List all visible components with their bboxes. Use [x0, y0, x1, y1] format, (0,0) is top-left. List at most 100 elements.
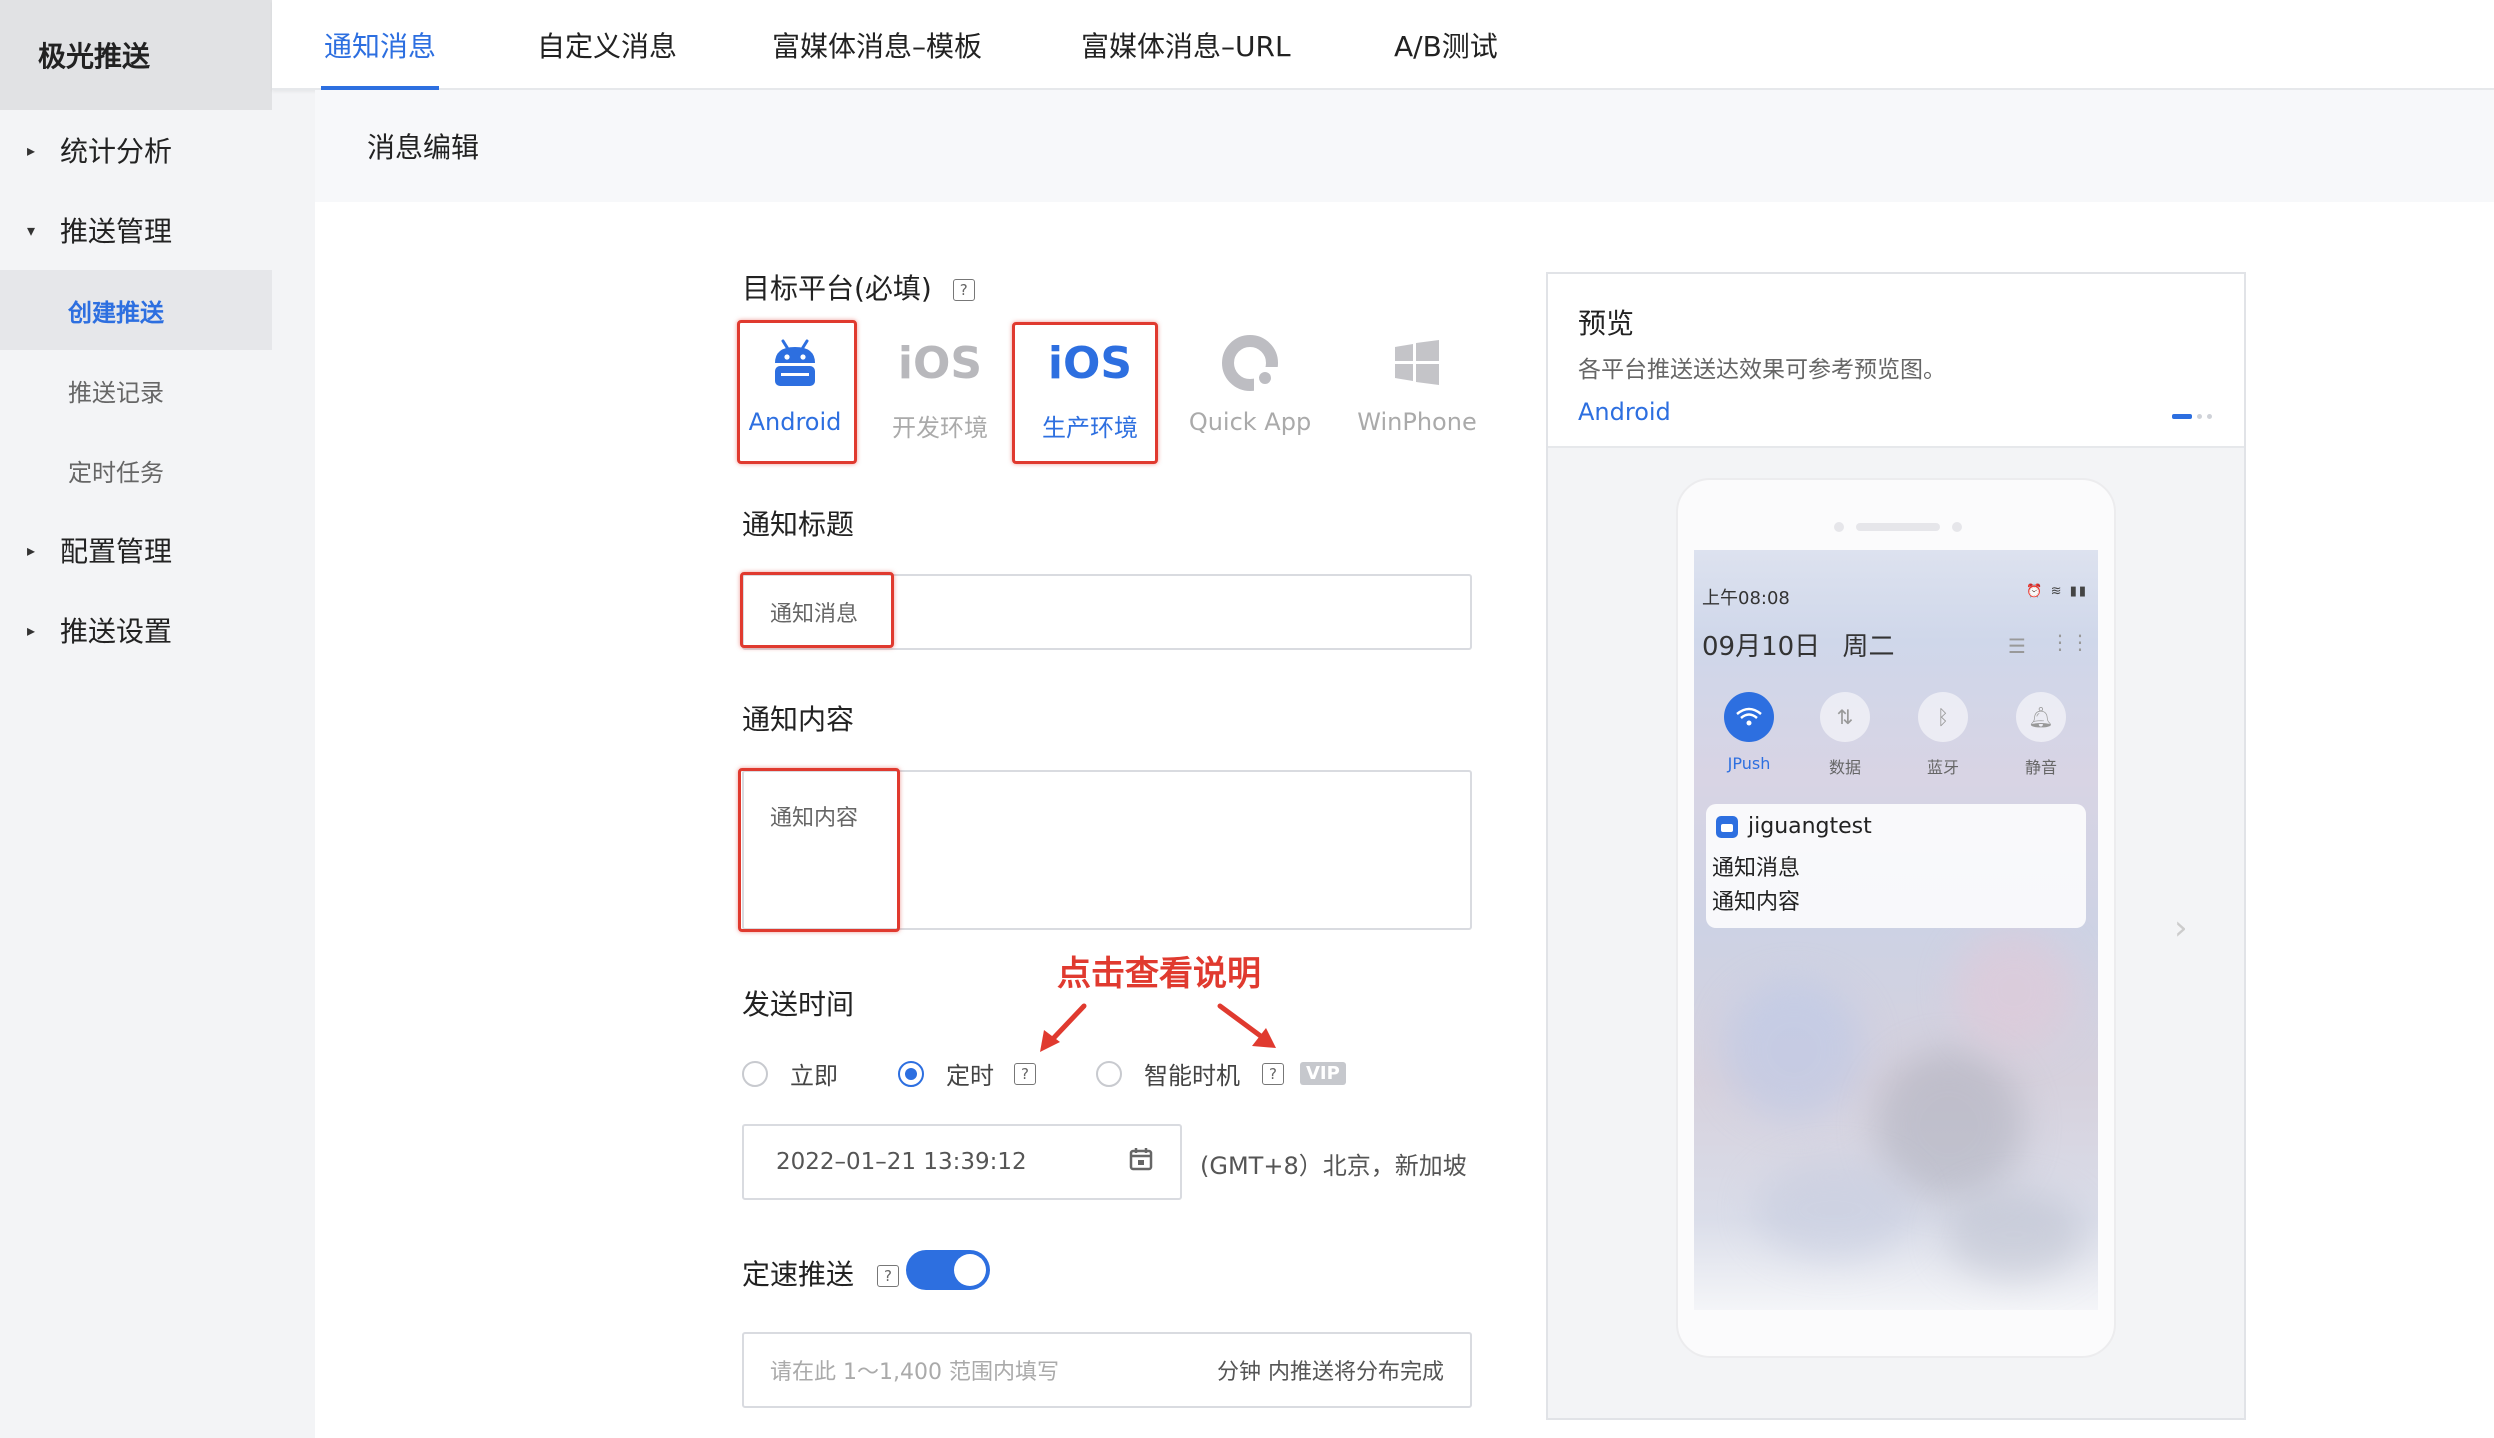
sidebar-group-push-manage[interactable]: ▾ 推送管理 [0, 190, 272, 270]
tile-label: 蓝牙 [1926, 758, 1959, 777]
preview-desc: 各平台推送送达效果可参考预览图。 [1578, 357, 1946, 383]
platform-name: 生产环境 [1042, 414, 1138, 442]
radio-label: 立即 [790, 1062, 838, 1090]
phone-speaker [1834, 522, 1962, 532]
notification-title-input[interactable]: 通知消息 [742, 574, 1472, 650]
platform-winphone[interactable]: WinPhone [1357, 322, 1477, 464]
radio-circle [742, 1060, 768, 1087]
platform-name: 开发环境 [892, 414, 988, 442]
preview-panel: 预览 各平台推送送达效果可参考预览图。 Android 上午08:08 ⏰ ≋ … [1546, 272, 2246, 1420]
sidebar-group-label: 配置管理 [60, 535, 173, 568]
sidebar-item-scheduled-tasks[interactable]: 定时任务 [0, 430, 272, 510]
app-root: 极光推送 ▸ 统计分析 ▾ 推送管理 创建推送 推送记录 定时任务 ▸ 配置管理… [0, 0, 2494, 1438]
sidebar-item-push-records[interactable]: 推送记录 [0, 350, 272, 430]
tile-label: JPush [1727, 754, 1771, 773]
radio-label: 定时 [946, 1062, 994, 1090]
sidebar-group-label: 统计分析 [60, 135, 173, 168]
phone-time: 上午08:08 [1702, 588, 1790, 609]
data-icon: ⇅ [1820, 692, 1870, 742]
quick-tile-jpush[interactable]: JPush [1714, 692, 1784, 773]
quick-tile-data[interactable]: ⇅ 数据 [1810, 692, 1880, 778]
notification-content-value: 通知内容 [770, 806, 859, 831]
radio-circle [898, 1060, 924, 1087]
quick-tile-bluetooth[interactable]: ᛒ 蓝牙 [1908, 692, 1978, 778]
tab-rich-media-template[interactable]: 富媒体消息–模板 [772, 0, 982, 90]
tile-label: 静音 [2024, 758, 2057, 777]
radio-smart-timing[interactable]: 智能时机 ? VIP [1096, 1056, 1346, 1091]
help-icon[interactable]: ? [952, 279, 975, 301]
rate-push-toggle[interactable] [906, 1250, 990, 1290]
preview-platform-tab[interactable]: Android [1578, 398, 1671, 426]
datetime-value: 2022–01–21 13:39:12 [776, 1149, 1027, 1175]
rate-placeholder: 请在此 1～1,400 范围内填写 [770, 1360, 1059, 1385]
bluetooth-icon: ᛒ [1918, 692, 1968, 742]
list-icon: ☰ [2008, 634, 2026, 658]
preview-title: 预览 [1578, 307, 1635, 340]
preview-header: 预览 各平台推送送达效果可参考预览图。 Android [1548, 274, 2244, 448]
content-label: 通知内容 [742, 703, 855, 736]
radio-circle [1096, 1060, 1122, 1087]
quick-tile-silent[interactable]: 🔔︎ 静音 [2006, 692, 2076, 778]
platform-name: Quick App [1188, 408, 1312, 436]
help-icon[interactable]: ? [1014, 1062, 1036, 1085]
windows-icon [1393, 322, 1441, 404]
tab-custom-message[interactable]: 自定义消息 [537, 0, 677, 90]
ios-icon: iOS [1048, 322, 1132, 404]
platform-ios-prod[interactable]: iOS 生产环境 [1030, 322, 1150, 464]
sidebar: 极光推送 ▸ 统计分析 ▾ 推送管理 创建推送 推送记录 定时任务 ▸ 配置管理… [0, 0, 272, 1438]
status-icons: ⏰ ≋ ▮▮ [2026, 584, 2088, 599]
platform-label-text: 目标平台(必填) [742, 272, 932, 305]
phone-mockup: 上午08:08 ⏰ ≋ ▮▮ 09月10日 周二 ☰ ⋮⋮ JPush ⇅ 数据… [1676, 478, 2116, 1358]
ios-icon-text: iOS [897, 337, 983, 389]
tile-label: 数据 [1828, 758, 1861, 777]
section-title: 消息编辑 [315, 90, 2494, 202]
chevron-right-icon: ▸ [26, 540, 36, 560]
rate-minutes-input[interactable]: 请在此 1～1,400 范围内填写 分钟 内推送将分布完成 [742, 1332, 1472, 1408]
next-arrow-icon[interactable]: › [2174, 908, 2188, 948]
annotation-text: 点击查看说明 [1057, 954, 1261, 994]
bell-icon: 🔔︎ [2016, 692, 2066, 742]
radio-scheduled[interactable]: 定时 ? [898, 1056, 1036, 1091]
sidebar-group-push-settings[interactable]: ▸ 推送设置 [0, 590, 272, 670]
sidebar-group-config[interactable]: ▸ 配置管理 [0, 510, 272, 590]
rate-suffix: 分钟 内推送将分布完成 [1217, 1360, 1444, 1385]
tab-rich-media-url[interactable]: 富媒体消息–URL [1081, 0, 1291, 90]
carousel-dots[interactable] [2172, 414, 2212, 419]
vip-badge: VIP [1300, 1062, 1346, 1085]
chevron-right-icon: ▸ [26, 140, 36, 160]
chevron-right-icon: ▸ [26, 620, 36, 640]
phone-weekday: 周二 [1842, 632, 1895, 662]
calendar-icon [1128, 1146, 1154, 1178]
title-label: 通知标题 [742, 508, 855, 541]
timezone-text: (GMT+8）北京，新加坡 [1200, 1152, 1467, 1180]
platform-name: Android [748, 408, 842, 436]
help-icon[interactable]: ? [1262, 1062, 1284, 1085]
platform-name: WinPhone [1357, 408, 1477, 436]
top-tab-bar: 通知消息 自定义消息 富媒体消息–模板 富媒体消息–URL A/B测试 [272, 0, 2494, 90]
platform-ios-dev[interactable]: iOS 开发环境 [880, 322, 1000, 464]
radio-label: 智能时机 [1144, 1062, 1240, 1090]
phone-screen: 上午08:08 ⏰ ≋ ▮▮ 09月10日 周二 ☰ ⋮⋮ JPush ⇅ 数据… [1694, 550, 2098, 1310]
sidebar-item-create-push[interactable]: 创建推送 [0, 270, 272, 350]
notification-title-value: 通知消息 [770, 602, 859, 627]
tab-notification[interactable]: 通知消息 [320, 0, 440, 90]
ios-icon-text: iOS [1047, 337, 1133, 389]
platform-android[interactable]: Android [735, 322, 855, 464]
sidebar-group-label: 推送管理 [60, 215, 173, 248]
rate-push-label-text: 定速推送 [742, 1258, 855, 1291]
sidebar-group-stats[interactable]: ▸ 统计分析 [0, 110, 272, 190]
brand-title: 极光推送 [0, 0, 272, 110]
chevron-down-icon: ▾ [26, 220, 36, 240]
platform-quick-app[interactable]: Quick App [1188, 322, 1312, 464]
radio-immediate[interactable]: 立即 [742, 1056, 838, 1091]
help-icon[interactable]: ? [876, 1265, 899, 1287]
android-icon [767, 322, 823, 404]
preview-body: 上午08:08 ⏰ ≋ ▮▮ 09月10日 周二 ☰ ⋮⋮ JPush ⇅ 数据… [1548, 448, 2244, 1418]
wifi-icon [1724, 692, 1774, 742]
quickapp-icon [1220, 322, 1280, 404]
toggle-knob [954, 1254, 986, 1286]
datetime-picker[interactable]: 2022–01–21 13:39:12 [742, 1124, 1182, 1200]
notification-card[interactable]: jiguangtest 通知消息 通知内容 [1706, 804, 2086, 928]
tab-ab-test[interactable]: A/B测试 [1394, 0, 1498, 90]
notification-content-textarea[interactable]: 通知内容 [742, 770, 1472, 930]
